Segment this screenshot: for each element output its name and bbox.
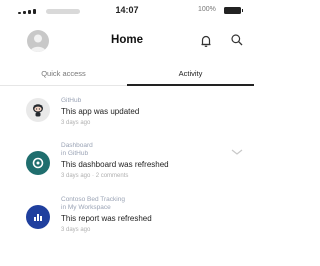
item-message: This app was updated	[61, 107, 140, 116]
battery-icon	[224, 7, 243, 14]
item-source: Contoso Bed Tracking	[61, 196, 125, 203]
item-message: This report was refreshed	[61, 214, 152, 223]
search-icon[interactable]	[230, 33, 244, 47]
item-timestamp: 3 days ago	[61, 227, 91, 233]
item-timestamp: 3 days ago	[61, 120, 91, 126]
tab-selected-indicator	[127, 84, 254, 86]
item-text: Dashboard in GitHub This dashboard was r…	[61, 142, 169, 180]
list-item[interactable]: GitHub This app was updated 3 days ago	[0, 89, 254, 139]
tab-bar: Quick access Activity	[0, 60, 254, 86]
item-workspace: in GitHub	[61, 150, 89, 157]
list-item[interactable]: Dashboard in GitHub This dashboard was r…	[0, 137, 254, 191]
status-bar: 14:07 100%	[0, 0, 254, 22]
battery-percent: 100%	[198, 6, 216, 13]
item-source: Dashboard	[61, 142, 93, 149]
dashboard-icon	[26, 151, 50, 175]
list-item[interactable]: Contoso Bed Tracking in My Workspace Thi…	[0, 191, 254, 247]
item-workspace: in My Workspace	[61, 204, 111, 211]
item-text: GitHub This app was updated 3 days ago	[61, 97, 139, 127]
github-octocat-icon	[26, 98, 50, 122]
tab-activity[interactable]: Activity	[127, 60, 254, 86]
chevron-down-icon[interactable]	[231, 149, 243, 155]
page-title: Home	[111, 34, 143, 46]
report-icon	[26, 205, 50, 229]
item-message: This dashboard was refreshed	[61, 160, 169, 169]
item-text: Contoso Bed Tracking in My Workspace Thi…	[61, 196, 152, 234]
tab-quick-access[interactable]: Quick access	[0, 60, 127, 86]
item-timestamp: 3 days ago · 2 comments	[61, 173, 129, 179]
notification-bell-icon[interactable]	[199, 34, 213, 48]
item-source: GitHub	[61, 97, 82, 104]
nav-bar: Home	[0, 22, 254, 60]
